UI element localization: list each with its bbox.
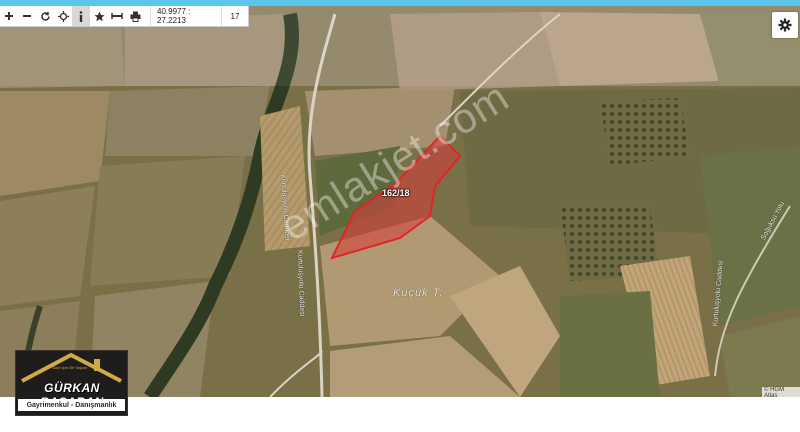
coordinate-display: 40.9977 : 27.2213 [150,6,221,26]
logo-tagline: Sizin İçin Bir Yaşam [52,365,88,370]
place-label: Küçük T. [393,287,444,299]
printer-icon[interactable] [126,6,144,26]
map-imagery [0,6,800,397]
gear-icon[interactable] [772,12,798,38]
zoom-level-display: 17 [221,6,248,26]
refresh-icon[interactable] [36,6,54,26]
info-icon[interactable] [72,6,90,26]
ruler-icon[interactable] [108,6,126,26]
plus-icon[interactable] [0,6,18,26]
company-logo: Sizin İçin Bir Yaşam GÜRKAN BAŞARAN Gayr… [15,350,128,416]
minus-icon[interactable] [18,6,36,26]
map-toolbar: 40.9977 : 27.2213 17 [0,6,249,27]
logo-subtitle: Gayrimenkul - Danışmanlık [18,399,125,411]
star-icon[interactable] [90,6,108,26]
map-attribution[interactable]: © HGM Atlas [762,387,800,399]
satellite-map[interactable]: Kurtuluşyolu Caddesi Kurtuluşyolu Caddes… [0,6,800,397]
crosshair-icon[interactable] [54,6,72,26]
parcel-label[interactable]: 162/18 [382,188,410,198]
